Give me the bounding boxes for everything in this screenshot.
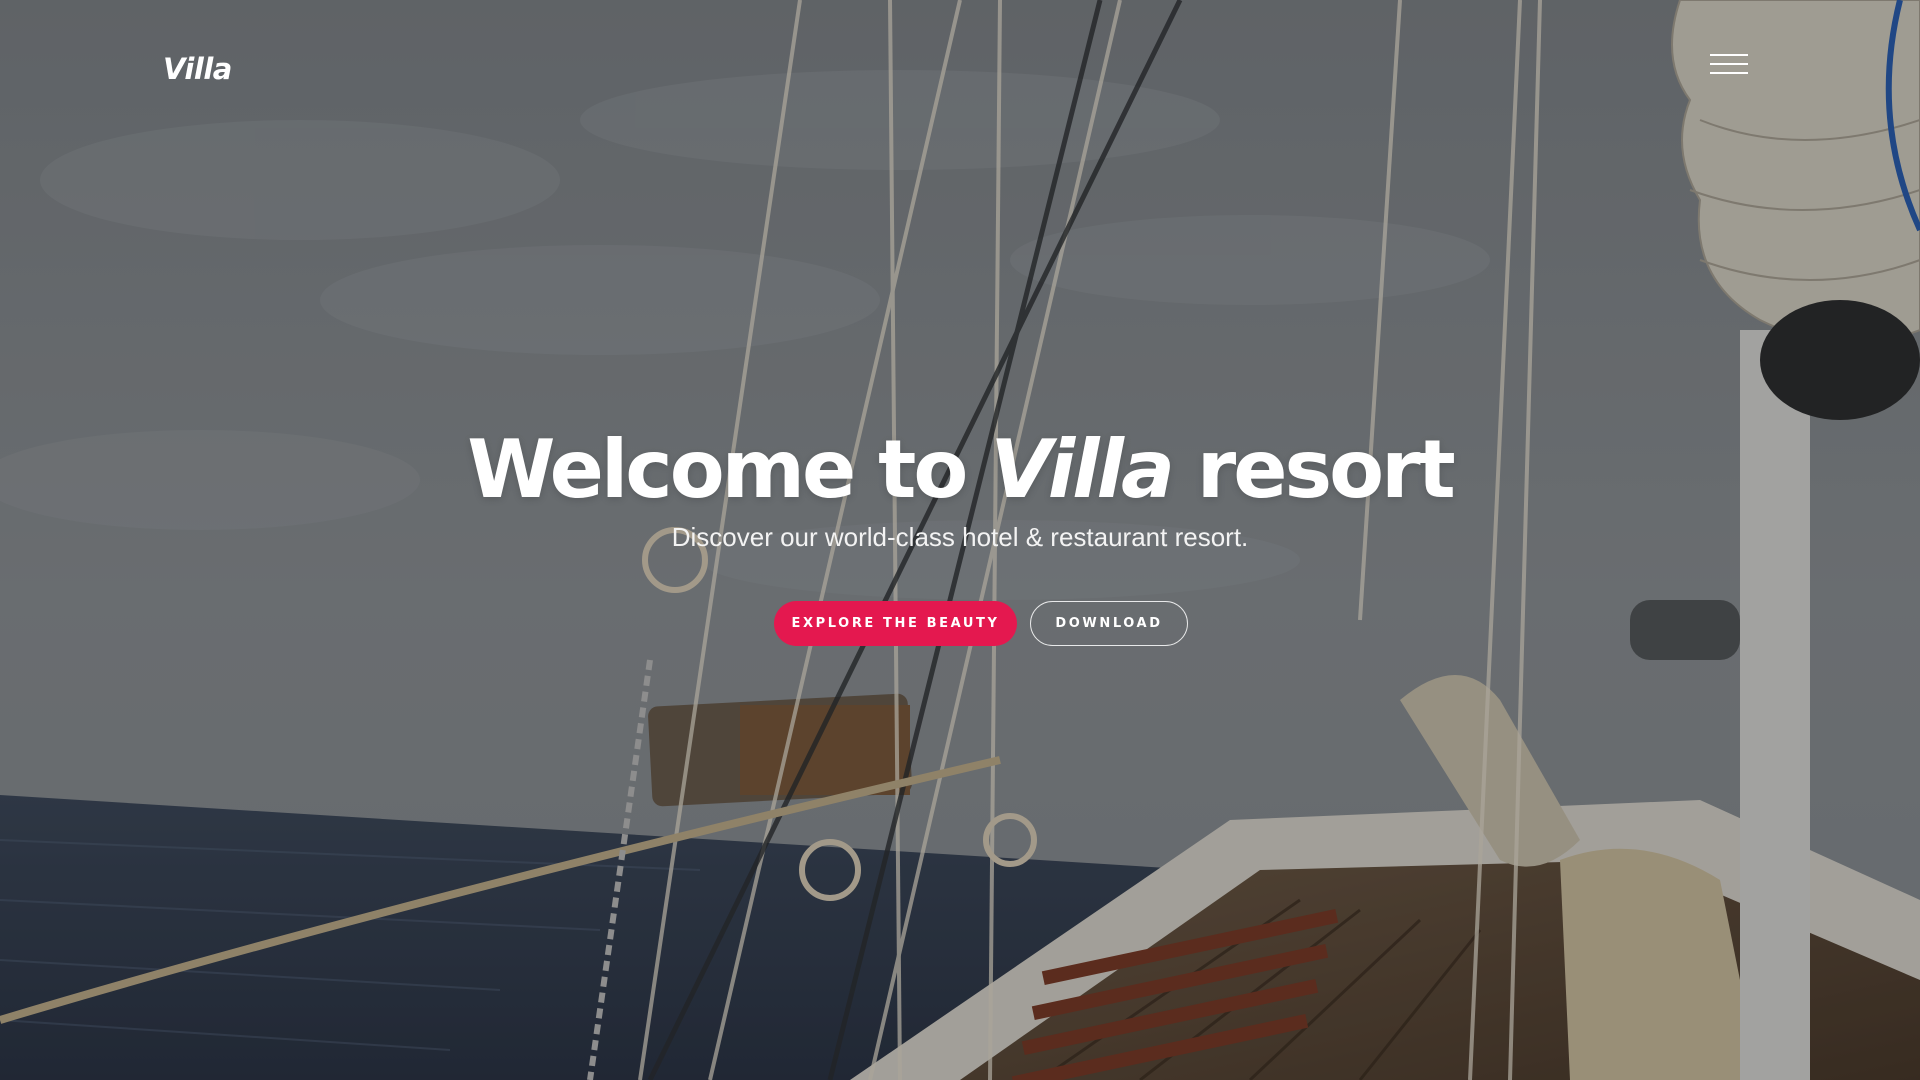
hero-title-brand: Villa — [990, 423, 1175, 516]
hamburger-menu-icon[interactable] — [1708, 52, 1752, 78]
download-button[interactable]: DOWNLOAD — [1030, 601, 1188, 646]
hero-title: Welcome to Villa resort — [0, 420, 1920, 520]
site-logo[interactable]: Villa — [163, 52, 232, 86]
hero-title-prefix: Welcome to — [467, 423, 991, 516]
hero-title-suffix: resort — [1171, 423, 1456, 516]
explore-button[interactable]: EXPLORE THE BEAUTY — [774, 601, 1017, 646]
menu-line — [1710, 63, 1748, 65]
hero-section: Villa Welcome to Villa resort Discover o… — [0, 0, 1920, 1080]
menu-line — [1710, 72, 1748, 74]
cta-row: EXPLORE THE BEAUTY DOWNLOAD — [0, 601, 1920, 646]
menu-line — [1710, 54, 1748, 56]
hero-content: Welcome to Villa resort Discover our wor… — [0, 420, 1920, 553]
hero-subtitle: Discover our world-class hotel & restaur… — [671, 522, 1249, 552]
